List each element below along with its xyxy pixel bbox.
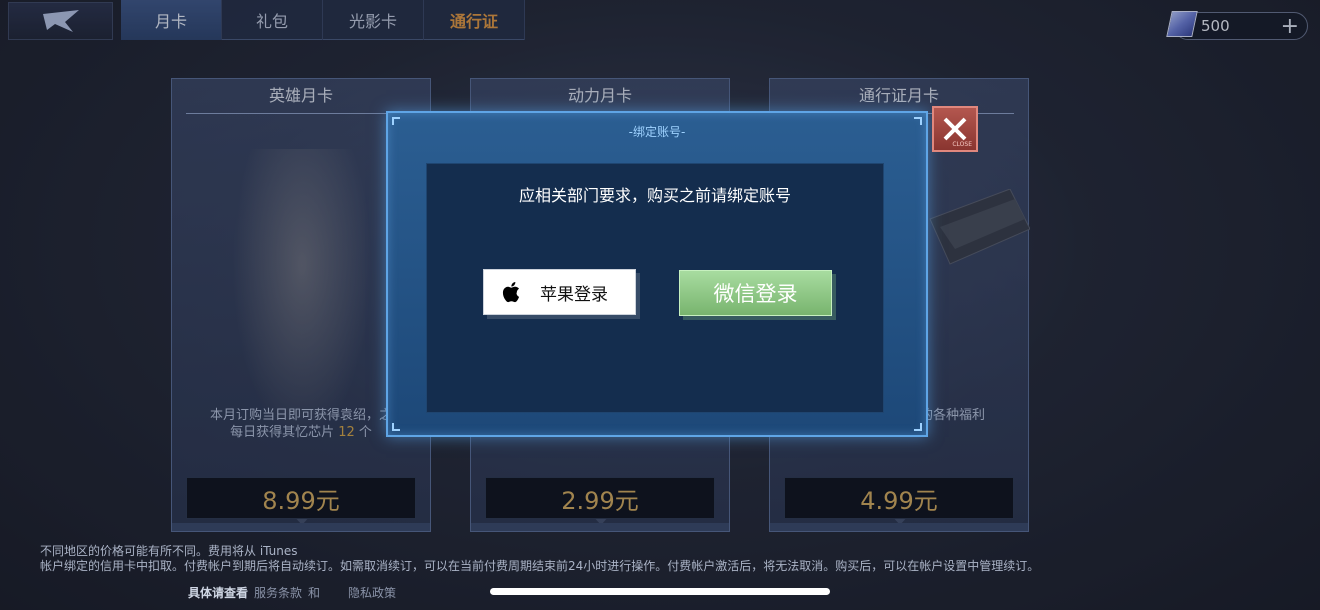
dialog-body: 应相关部门要求，购买之前请绑定账号 苹果登录 微信登录 [426, 163, 884, 413]
and-label: 和 [308, 586, 321, 600]
corner-decoration [914, 423, 922, 431]
close-icon [943, 117, 967, 141]
corner-decoration [392, 423, 400, 431]
footer-links: 具体请查看 服务条款 和 隐私政策 [188, 584, 396, 601]
close-label: CLOSE [952, 141, 972, 148]
apple-icon [494, 281, 528, 303]
privacy-policy-link[interactable]: 隐私政策 [348, 584, 396, 601]
terms-of-service-link[interactable]: 服务条款 [254, 584, 302, 601]
disclaimer-line1: 不同地区的价格可能有所不同。费用将从 iTunes [40, 544, 298, 558]
corner-decoration [392, 117, 400, 125]
apple-login-button[interactable]: 苹果登录 [483, 269, 636, 315]
home-indicator [490, 588, 830, 595]
dialog-title: -绑定账号- [628, 125, 686, 139]
bind-account-dialog: -绑定账号- 应相关部门要求，购买之前请绑定账号 苹果登录 微信登录 [386, 111, 928, 437]
wechat-login-button[interactable]: 微信登录 [679, 270, 832, 316]
close-button[interactable]: CLOSE [932, 106, 978, 152]
subscription-disclaimer: 不同地区的价格可能有所不同。费用将从 iTunes 帐户绑定的信用卡中扣取。付费… [40, 544, 1039, 574]
apple-login-label: 苹果登录 [540, 284, 608, 305]
corner-decoration [914, 117, 922, 125]
details-label: 具体请查看 [188, 586, 249, 600]
dialog-message: 应相关部门要求，购买之前请绑定账号 [518, 186, 791, 205]
disclaimer-line2: 帐户绑定的信用卡中扣取。付费帐户到期后将自动续订。如需取消续订，可以在当前付费周… [40, 559, 1040, 573]
